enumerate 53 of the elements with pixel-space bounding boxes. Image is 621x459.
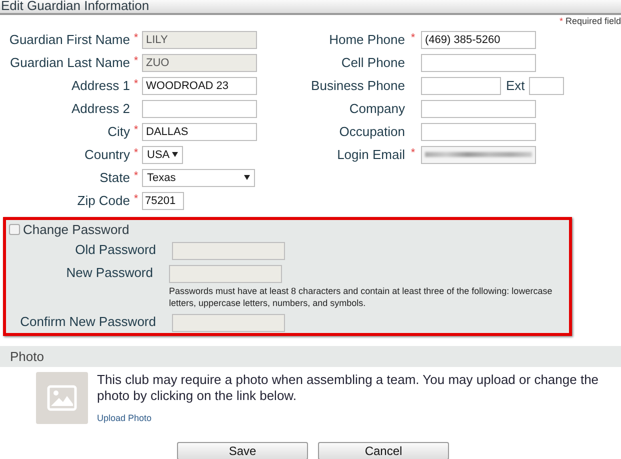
field-label: Address 2 [70, 101, 130, 116]
upload-photo-link[interactable]: Upload Photo [97, 413, 152, 423]
input-field[interactable] [421, 76, 501, 94]
required-mark: * [132, 54, 140, 67]
checkbox-label: Change Password [23, 222, 130, 237]
dropdown[interactable]: Texas [142, 168, 255, 186]
caret-icon [244, 175, 250, 180]
field-label: Old Password [74, 241, 156, 257]
input-field[interactable]: WOODROAD 23 [142, 76, 257, 94]
field-label: Home Phone [328, 32, 405, 47]
field-label: Country [83, 147, 130, 162]
field-label: State [98, 170, 130, 185]
required-mark: * [132, 123, 140, 136]
input-field[interactable]: 75201 [142, 192, 184, 210]
image-icon [47, 385, 77, 411]
ext-label: Ext [506, 78, 525, 93]
field-label: Confirm New Password [19, 313, 156, 329]
input-field[interactable] [421, 146, 536, 164]
form-button[interactable]: Cancel [318, 442, 449, 459]
required-mark: * [132, 192, 140, 205]
field-label: City [106, 124, 130, 139]
required-mark: * [132, 169, 140, 182]
window-title: Edit Guardian Information [0, 0, 621, 15]
field-label: Address 1 [70, 78, 130, 93]
photo-description: This club may require a photo when assembling a team. You may upload or change the photo by clicking on the link below. [97, 372, 600, 404]
field-label: Company [348, 101, 405, 116]
form-button[interactable]: Save [177, 442, 308, 459]
required-mark: * [410, 146, 416, 159]
field-label: Zip Code [76, 193, 130, 208]
field-label: Guardian Last Name [9, 55, 130, 70]
required-note: * Required field [559, 16, 621, 28]
input-field[interactable]: DALLAS [142, 122, 257, 140]
input-field[interactable]: (469) 385-5260 [421, 30, 536, 48]
caret-icon [172, 152, 178, 157]
field-label: New Password [65, 264, 153, 280]
input-field[interactable] [421, 122, 536, 140]
field-label: Guardian First Name [8, 32, 130, 47]
field-label: Occupation [338, 124, 405, 139]
input-field[interactable] [528, 76, 564, 94]
input-field[interactable] [421, 54, 536, 72]
required-mark: * [132, 77, 140, 90]
section-header: Photo [0, 346, 621, 367]
required-mark: * [410, 31, 416, 44]
password-hint: Passwords must have at least 8 characters and contain at least three of the following: lowercase letters, uppercase letters, numbers, and symbols. [169, 285, 554, 309]
input-field[interactable] [421, 100, 536, 118]
field-label: Cell Phone [340, 55, 405, 70]
input-field[interactable] [142, 100, 257, 118]
dropdown[interactable]: USA [142, 146, 183, 164]
checkbox[interactable] [9, 224, 20, 235]
required-mark: * [132, 146, 140, 159]
required-mark: * [132, 31, 140, 44]
field-label: Login Email [336, 147, 405, 162]
field-label: Business Phone [310, 78, 405, 93]
